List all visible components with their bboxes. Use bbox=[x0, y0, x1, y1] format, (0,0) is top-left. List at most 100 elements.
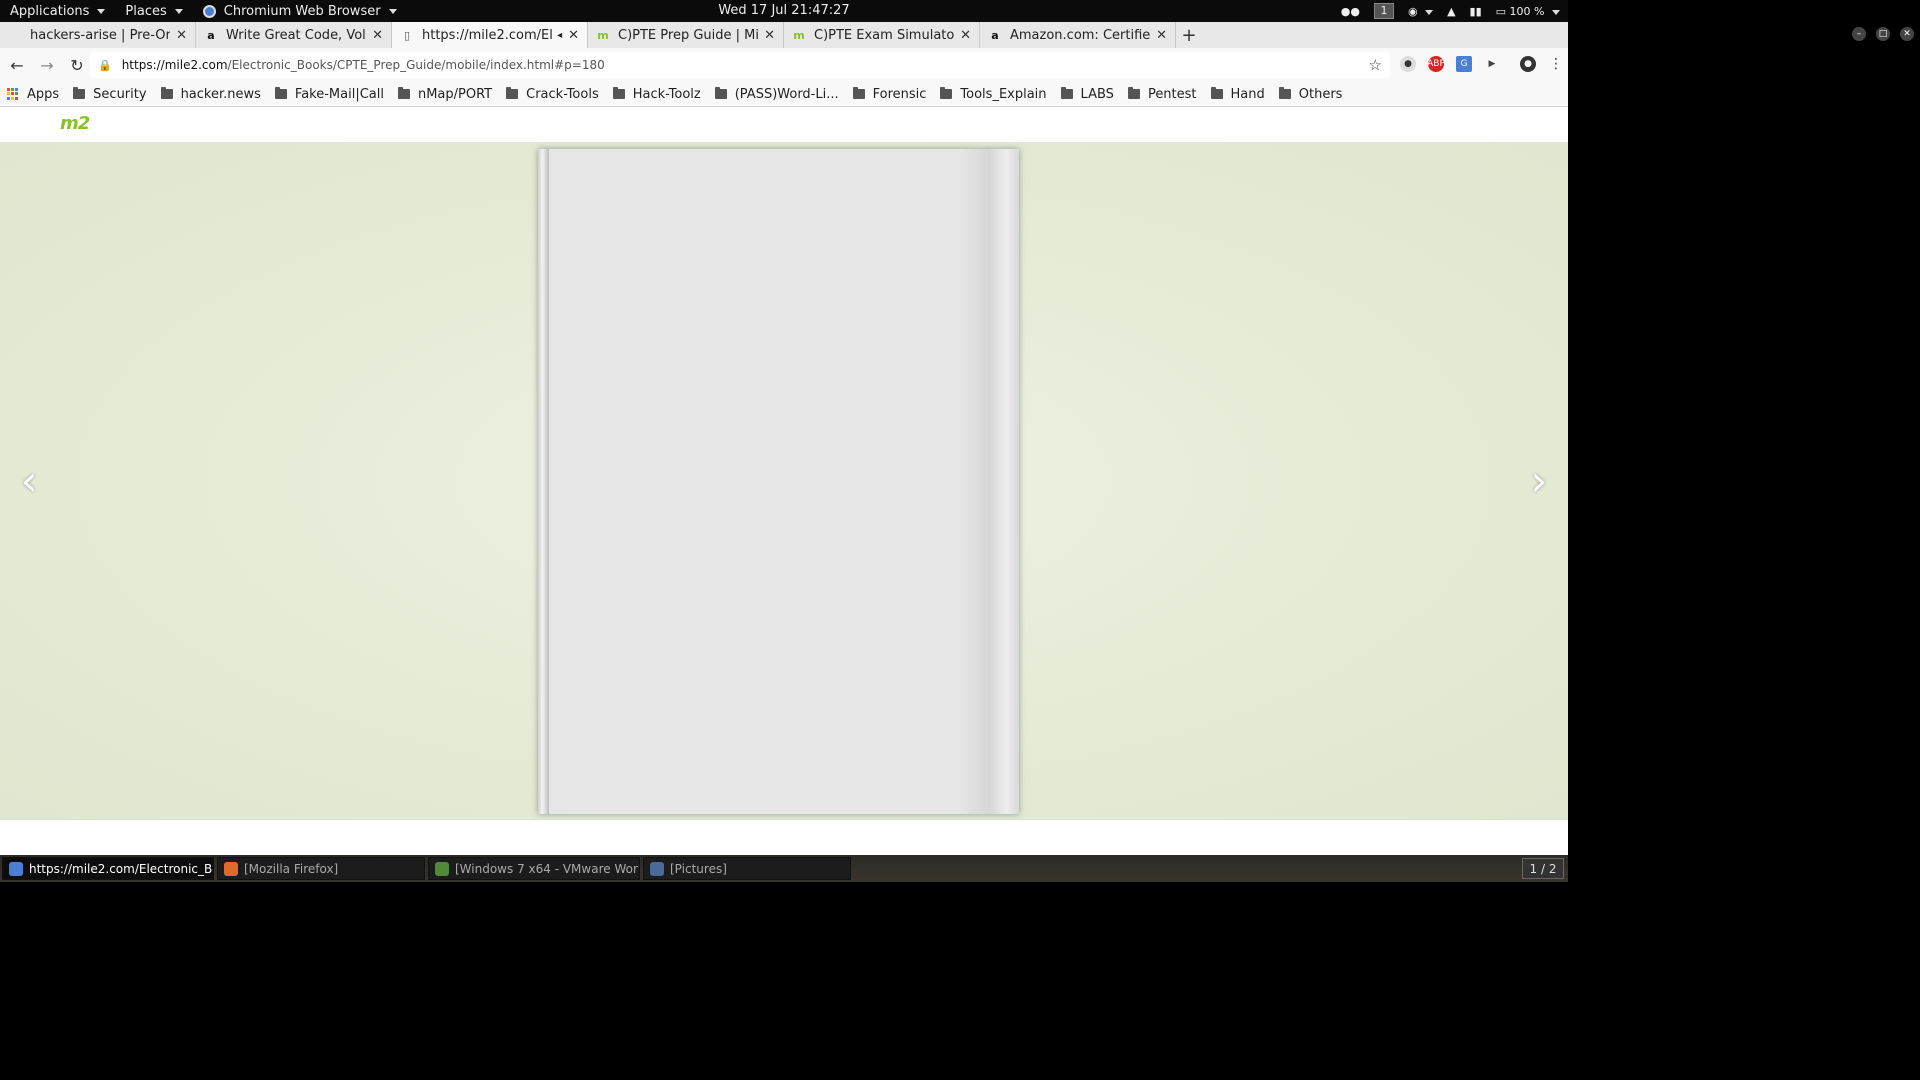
bookmark-item[interactable]: Pentest bbox=[1121, 87, 1204, 102]
bookmark-item[interactable]: Apps bbox=[0, 87, 66, 102]
hackers-arise-icon bbox=[8, 28, 22, 42]
taskbar-window-label: [Mozilla Firefox] bbox=[244, 861, 339, 876]
translate-icon[interactable]: G bbox=[1456, 56, 1472, 72]
app-icon bbox=[435, 861, 449, 876]
bookmark-item[interactable]: Crack-Tools bbox=[499, 87, 606, 102]
browser-app-menu[interactable]: Chromium Web Browser bbox=[193, 0, 407, 22]
previous-page-arrow-icon[interactable]: ‹ bbox=[14, 460, 44, 502]
bookmark-item[interactable]: LABS bbox=[1054, 87, 1121, 102]
profile-icon[interactable]: ● bbox=[1520, 56, 1536, 72]
close-window-icon[interactable]: ✕ bbox=[1900, 27, 1914, 41]
accessibility-icon[interactable]: ◉ bbox=[1408, 5, 1434, 18]
extension-icon[interactable]: ▶ bbox=[1484, 56, 1500, 72]
bookmark-item[interactable]: (PASS)Word-Li... bbox=[708, 87, 846, 102]
close-tab-icon[interactable]: ✕ bbox=[568, 28, 579, 43]
folder-icon bbox=[714, 87, 727, 99]
bookmark-item[interactable]: Tools_Explain bbox=[933, 87, 1053, 102]
battery-icon[interactable]: ▭ 100 % bbox=[1496, 5, 1560, 18]
applications-menu[interactable]: Applications bbox=[0, 0, 115, 22]
bookmark-item[interactable]: Others bbox=[1272, 87, 1350, 102]
browser-tab[interactable]: ▯ https://mile2.com/Elec ◂ ✕ bbox=[392, 22, 588, 48]
tab-strip: hackers-arise | Pre-Order ✕ a Write Great C… bbox=[0, 22, 1568, 48]
audio-icon[interactable]: ◂ bbox=[557, 30, 562, 41]
new-tab-button[interactable]: + bbox=[1176, 22, 1202, 48]
close-tab-icon[interactable]: ✕ bbox=[1156, 28, 1167, 43]
folder-icon bbox=[940, 87, 953, 99]
taskbar-window-button[interactable]: [Pictures] bbox=[643, 857, 851, 880]
bookmark-label: (PASS)Word-Li... bbox=[734, 86, 839, 102]
chevron-down-icon bbox=[97, 8, 106, 14]
bookmark-label: nMap/PORT bbox=[417, 86, 493, 102]
bookmark-item[interactable]: Security bbox=[66, 87, 153, 102]
bookmark-label: Crack-Tools bbox=[526, 86, 599, 102]
bookmark-item[interactable]: Hand bbox=[1204, 87, 1272, 102]
tab-title: Write Great Code, Volume bbox=[226, 27, 366, 43]
bookmark-item[interactable]: hacker.news bbox=[154, 87, 268, 102]
taskbar-window-button[interactable]: https://mile2.com/Electronic_Boo... bbox=[2, 857, 214, 880]
bookmark-star-icon[interactable]: ☆ bbox=[1369, 56, 1382, 74]
menu-icon[interactable]: ⋮ bbox=[1548, 56, 1564, 72]
close-tab-icon[interactable]: ✕ bbox=[176, 28, 187, 43]
folder-icon bbox=[1210, 87, 1223, 99]
browser-tab[interactable]: m C)PTE Prep Guide | Mile2 ✕ bbox=[588, 22, 784, 48]
taskbar-window-label: https://mile2.com/Electronic_Boo... bbox=[29, 861, 213, 876]
chromium-icon bbox=[202, 4, 216, 18]
browser-toolbar: ← → ↻ 🔒 https://mile2.com/Electronic_Boo… bbox=[0, 48, 1568, 82]
tab-title: https://mile2.com/Elec bbox=[422, 27, 553, 43]
workspace-pager[interactable]: 1 / 2 bbox=[1522, 858, 1564, 879]
folder-icon bbox=[612, 87, 625, 99]
site-header: m2 bbox=[0, 107, 1568, 143]
forward-button[interactable]: → bbox=[34, 52, 60, 78]
close-tab-icon[interactable]: ✕ bbox=[372, 28, 383, 43]
page-fold-shadow bbox=[959, 149, 1019, 814]
address-bar[interactable]: 🔒 https://mile2.com/Electronic_Books/CPT… bbox=[90, 52, 1390, 78]
app-icon bbox=[9, 861, 23, 876]
places-menu[interactable]: Places bbox=[115, 0, 192, 22]
taskbar-window-button[interactable]: [Mozilla Firefox] bbox=[217, 857, 425, 880]
tab-title: C)PTE Prep Guide | Mile2 bbox=[618, 27, 759, 43]
volume-icon[interactable]: ▮▮ bbox=[1470, 5, 1482, 18]
maximize-icon[interactable]: □ bbox=[1876, 27, 1890, 41]
browser-tab[interactable]: a Write Great Code, Volume ✕ bbox=[196, 22, 392, 48]
bookmark-item[interactable]: nMap/PORT bbox=[391, 87, 499, 102]
people-icon[interactable]: ●● bbox=[1341, 5, 1360, 18]
url-path: /Electronic_Books/CPTE_Prep_Guide/mobile… bbox=[227, 58, 605, 72]
tab-title: C)PTE Exam Simulator | M bbox=[814, 27, 955, 43]
minimize-icon[interactable]: – bbox=[1852, 27, 1866, 41]
book-page[interactable] bbox=[538, 149, 1019, 814]
book-spine bbox=[538, 149, 549, 814]
battery-label: 100 % bbox=[1509, 4, 1545, 18]
bookmark-item[interactable]: Hack-Toolz bbox=[606, 87, 708, 102]
bookmark-item[interactable]: Forensic bbox=[846, 87, 934, 102]
amazon-icon: a bbox=[991, 28, 999, 42]
extension-icon[interactable]: ● bbox=[1400, 56, 1416, 72]
close-tab-icon[interactable]: ✕ bbox=[960, 28, 971, 43]
browser-tab[interactable]: m C)PTE Exam Simulator | M ✕ bbox=[784, 22, 980, 48]
page-icon: ▯ bbox=[403, 28, 411, 42]
app-icon bbox=[650, 861, 664, 876]
workspace-indicator[interactable]: 1 bbox=[1373, 3, 1394, 19]
browser-tab[interactable]: hackers-arise | Pre-Order ✕ bbox=[0, 22, 196, 48]
bookmark-label: LABS bbox=[1080, 86, 1114, 102]
folder-icon bbox=[852, 87, 865, 99]
bookmark-item[interactable]: Fake-Mail|Call bbox=[268, 87, 391, 102]
bookmark-label: hacker.news bbox=[180, 86, 261, 102]
lock-icon[interactable]: 🔒 bbox=[98, 59, 112, 72]
wifi-icon[interactable]: ▲ bbox=[1447, 5, 1455, 18]
bookmark-label: Fake-Mail|Call bbox=[294, 86, 384, 102]
browser-tab[interactable]: a Amazon.com: Certified Pe ✕ bbox=[980, 22, 1176, 48]
chevron-down-icon bbox=[174, 8, 183, 14]
back-button[interactable]: ← bbox=[4, 52, 30, 78]
close-tab-icon[interactable]: ✕ bbox=[764, 28, 775, 43]
taskbar-window-button[interactable]: [Windows 7 x64 - VMware Workst... bbox=[428, 857, 640, 880]
reload-button[interactable]: ↻ bbox=[64, 52, 90, 78]
bookmark-label: Hand bbox=[1230, 86, 1265, 102]
adblock-plus-icon[interactable]: ABP bbox=[1427, 56, 1445, 72]
bookmark-label: Security bbox=[93, 86, 147, 102]
mile2-logo[interactable]: m2 bbox=[60, 113, 90, 134]
folder-icon bbox=[160, 87, 173, 99]
apps-grid-icon bbox=[7, 88, 19, 100]
next-page-arrow-icon[interactable]: › bbox=[1524, 460, 1554, 502]
mile2-icon: m bbox=[597, 28, 609, 42]
page-content: m2 ‹ › bbox=[0, 107, 1568, 855]
